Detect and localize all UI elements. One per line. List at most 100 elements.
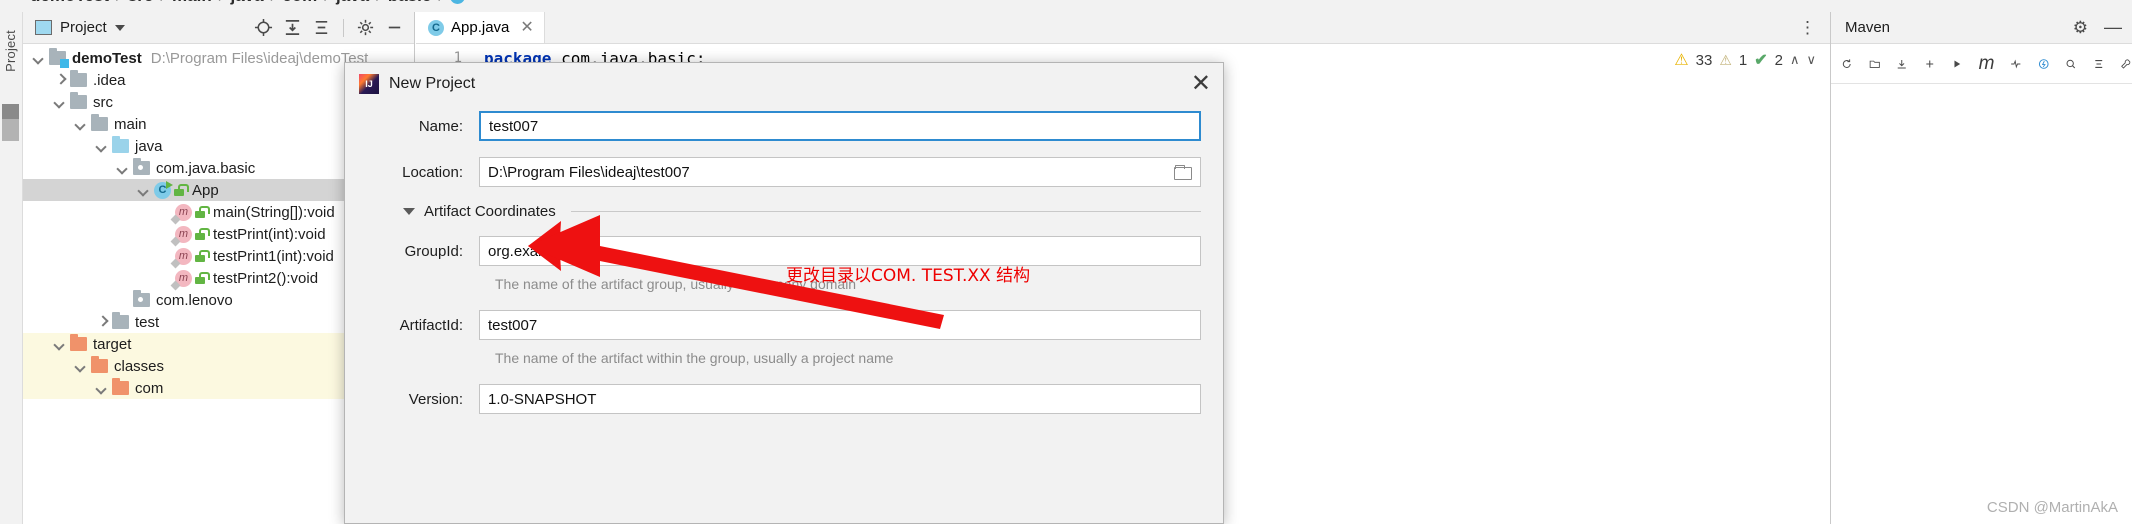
rail-swatch-dark (2, 104, 19, 119)
java-class-icon: C (154, 180, 173, 199)
project-panel-toolbar (254, 18, 408, 37)
hide-panel-icon[interactable] (385, 18, 404, 37)
close-icon[interactable]: ✕ (1191, 72, 1211, 96)
name-input[interactable]: test007 (479, 111, 1201, 141)
breadcrumb-separator: / (438, 0, 443, 6)
chevron-down-icon[interactable] (33, 52, 46, 65)
breadcrumb-item-0[interactable]: demoTest (30, 0, 109, 6)
folder-icon (112, 312, 129, 329)
excluded-folder-icon (91, 356, 108, 373)
chevron-down-icon[interactable] (138, 184, 151, 197)
chevron-up-icon[interactable]: ∧ (1790, 52, 1800, 68)
tree-row-label: test (135, 313, 160, 331)
chevron-down-icon[interactable] (54, 338, 67, 351)
breadcrumb-item-5[interactable]: java (336, 0, 369, 6)
warning-icon: ⚠ (1674, 52, 1689, 69)
method-icon: m (175, 247, 192, 265)
source-folder-icon (112, 136, 129, 153)
breadcrumb-item-4[interactable]: com (282, 0, 317, 6)
run-icon[interactable] (1951, 54, 1963, 74)
editor-tab-app-java[interactable]: C App.java ✕ (416, 12, 545, 43)
download-sources-icon[interactable] (1896, 54, 1908, 74)
groupid-input-value: org.example (488, 242, 571, 260)
version-input-value: 1.0-SNAPSHOT (488, 390, 597, 408)
groupid-label: GroupId: (404, 242, 463, 260)
maven-m-icon[interactable]: m (1979, 53, 1995, 75)
chevron-down-icon[interactable] (75, 118, 88, 131)
idea-window: demoTest / src / main / java / com / jav… (0, 0, 2132, 524)
add-maven-project-icon[interactable] (1869, 54, 1881, 74)
public-lock-icon (195, 272, 210, 284)
rail-swatch-light (2, 119, 19, 141)
chevron-right-icon[interactable] (54, 74, 67, 87)
breadcrumb-item-2[interactable]: main (172, 0, 212, 6)
dialog-title: New Project (389, 75, 476, 92)
collapse-all-icon[interactable] (2093, 54, 2105, 74)
chevron-down-icon[interactable]: ∨ (1806, 52, 1816, 68)
artifactid-input[interactable]: test007 (479, 310, 1201, 340)
execute-goal-icon[interactable] (2038, 54, 2050, 74)
excluded-folder-icon (70, 334, 87, 351)
location-input[interactable]: D:\Program Files\ideaj\test007 (479, 157, 1201, 187)
name-label: Name: (418, 117, 463, 135)
breadcrumb-item-6[interactable]: basic (388, 0, 431, 6)
close-icon[interactable]: ✕ (520, 19, 533, 36)
check-icon: ✔ (1754, 52, 1768, 69)
chevron-down-icon[interactable] (54, 96, 67, 109)
folder-browse-icon[interactable] (1174, 164, 1192, 180)
minimize-icon[interactable]: — (2104, 17, 2122, 38)
field-row-name: Name: test007 (373, 111, 1201, 141)
collapse-all-icon[interactable] (312, 18, 331, 37)
toggle-skip-tests-icon[interactable] (2010, 54, 2022, 74)
chevron-right-icon[interactable] (96, 316, 109, 329)
version-input[interactable]: 1.0-SNAPSHOT (479, 384, 1201, 414)
locate-icon[interactable] (254, 18, 273, 37)
breadcrumb-item-3[interactable]: java (230, 0, 263, 6)
tree-row-label: com.java.basic (156, 159, 256, 177)
editor-tab-label: App.java (451, 19, 510, 36)
expand-all-icon[interactable] (283, 18, 302, 37)
chevron-down-icon[interactable] (96, 382, 109, 395)
search-icon[interactable] (2065, 54, 2077, 74)
breadcrumb-separator: / (160, 0, 165, 6)
location-input-value: D:\Program Files\ideaj\test007 (488, 163, 690, 181)
settings-wrench-icon[interactable] (2120, 54, 2132, 74)
triangle-down-icon[interactable] (403, 208, 415, 215)
dialog-titlebar: IJ New Project ✕ (345, 63, 1223, 105)
version-label: Version: (408, 390, 463, 408)
tree-row-label: com (135, 379, 164, 397)
tree-row-label: target (93, 335, 132, 353)
inspections-widget[interactable]: ⚠ 33 ⚠ 1 ✔ 2 ∧ ∨ (1674, 50, 1816, 70)
watermark: CSDN @MartinAkA (1986, 499, 2118, 516)
intellij-idea-icon: IJ (359, 74, 379, 94)
location-label: Location: (402, 163, 463, 181)
check-count: 2 (1774, 51, 1783, 69)
new-project-dialog: IJ New Project ✕ Name: test007 Location:… (344, 62, 1224, 524)
chevron-down-icon[interactable] (114, 24, 125, 31)
chevron-down-icon[interactable] (117, 162, 130, 175)
package-icon (133, 290, 150, 307)
breadcrumb[interactable]: demoTest / src / main / java / com / jav… (30, 0, 466, 6)
module-icon (49, 48, 69, 68)
maven-toolbar: m (1831, 44, 2132, 84)
more-options-icon[interactable]: ⋮ (1785, 12, 1830, 43)
chevron-down-icon[interactable] (96, 140, 109, 153)
tool-window-button-project[interactable]: Project (3, 30, 18, 72)
maven-tool-window: Maven ⚙ — m CSDN @MartinAkA (1830, 12, 2132, 524)
chevron-down-icon[interactable] (75, 360, 88, 373)
public-lock-icon (195, 206, 210, 218)
add-icon[interactable] (1924, 54, 1936, 74)
artifact-coordinates-section-header[interactable]: Artifact Coordinates (403, 203, 1201, 220)
artifactid-label: ArtifactId: (399, 316, 463, 334)
gear-icon[interactable] (356, 18, 375, 37)
refresh-icon[interactable] (1841, 54, 1853, 74)
gear-icon[interactable]: ⚙ (2073, 18, 2088, 38)
name-input-value: test007 (489, 117, 539, 135)
breadcrumb-item-1[interactable]: src (128, 0, 154, 6)
project-view-icon (35, 20, 52, 35)
folder-icon (91, 114, 108, 131)
tree-row-label: testPrint2():void (213, 269, 319, 287)
breadcrumb-separator: / (271, 0, 276, 6)
